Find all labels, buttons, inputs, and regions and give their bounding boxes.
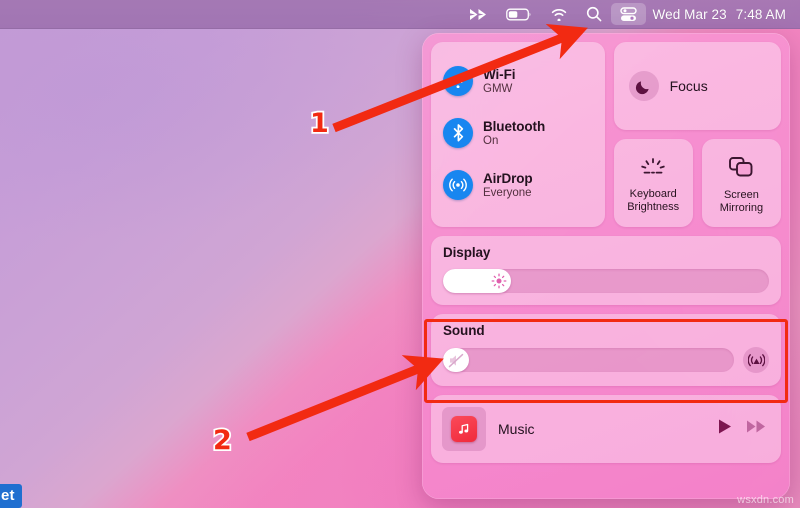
focus-label: Focus bbox=[669, 78, 708, 94]
keyboard-brightness-icon bbox=[639, 157, 667, 182]
app-chevrons-icon[interactable] bbox=[460, 3, 497, 25]
speaker-mute-icon bbox=[448, 353, 465, 368]
airdrop-subtitle: Everyone bbox=[483, 186, 532, 199]
corner-badge[interactable]: et bbox=[0, 484, 22, 508]
menu-bar-clock[interactable]: Wed Mar 23 7:48 AM bbox=[646, 7, 788, 22]
focus-tile[interactable]: Focus bbox=[613, 42, 781, 130]
watermark: wsxdn.com bbox=[737, 494, 794, 506]
sound-slider[interactable] bbox=[443, 348, 734, 372]
top-right-column: Focus Keyboard Brightness Screen Mirrori… bbox=[613, 42, 782, 227]
bluetooth-icon bbox=[443, 118, 473, 148]
keyboard-brightness-label: Keyboard Brightness bbox=[627, 187, 680, 213]
bluetooth-subtitle: On bbox=[483, 134, 499, 147]
music-note-glyph bbox=[451, 416, 477, 442]
control-center-icon[interactable] bbox=[611, 3, 647, 25]
play-button[interactable] bbox=[717, 418, 733, 440]
spotlight-search-icon[interactable] bbox=[577, 3, 611, 25]
music-card[interactable]: Music bbox=[431, 395, 781, 463]
wifi-toggle-row[interactable]: Wi-Fi GMW bbox=[443, 55, 605, 107]
display-slider-wrap bbox=[443, 269, 769, 293]
airplay-audio-icon[interactable] bbox=[743, 347, 769, 373]
connectivity-card: Wi-Fi GMW Bluetooth On AirDrop Everyone bbox=[431, 42, 605, 227]
wifi-icon bbox=[443, 66, 473, 96]
keyboard-brightness-tile[interactable]: Keyboard Brightness bbox=[613, 139, 693, 227]
battery-icon[interactable] bbox=[497, 3, 541, 25]
display-card: Display bbox=[431, 236, 781, 305]
bluetooth-title: Bluetooth bbox=[483, 118, 546, 134]
airdrop-icon bbox=[443, 170, 473, 200]
wifi-subtitle: GMW bbox=[483, 82, 513, 95]
wifi-title: Wi-Fi bbox=[483, 66, 516, 82]
display-slider-fill bbox=[443, 269, 512, 293]
control-center-panel: Wi-Fi GMW Bluetooth On AirDrop Everyone … bbox=[422, 33, 790, 499]
display-title: Display bbox=[443, 245, 491, 260]
moon-icon bbox=[628, 71, 659, 101]
sound-title: Sound bbox=[443, 323, 485, 338]
music-label: Music bbox=[498, 421, 535, 437]
music-controls bbox=[717, 418, 767, 440]
display-slider[interactable] bbox=[443, 269, 769, 293]
sound-slider-fill bbox=[443, 348, 469, 372]
sound-card: Sound bbox=[431, 314, 781, 386]
screen-mirroring-tile[interactable]: Screen Mirroring bbox=[701, 139, 782, 227]
screen-mirroring-icon bbox=[728, 156, 754, 183]
fast-forward-button[interactable] bbox=[746, 419, 767, 439]
macos-menu-bar: Wed Mar 23 7:48 AM bbox=[0, 0, 800, 29]
utility-tile-row: Keyboard Brightness Screen Mirroring bbox=[613, 139, 782, 227]
music-app-icon bbox=[442, 407, 486, 451]
brightness-sun-icon bbox=[491, 273, 507, 289]
menu-bar-time: 7:48 AM bbox=[735, 6, 786, 22]
wifi-menu-icon[interactable] bbox=[541, 3, 577, 25]
control-center-top-row: Wi-Fi GMW Bluetooth On AirDrop Everyone … bbox=[431, 42, 782, 227]
screen-mirroring-label: Screen Mirroring bbox=[719, 188, 764, 214]
airdrop-title: AirDrop bbox=[483, 170, 533, 186]
sound-slider-wrap bbox=[443, 347, 769, 373]
airdrop-toggle-row[interactable]: AirDrop Everyone bbox=[443, 159, 605, 211]
bluetooth-toggle-row[interactable]: Bluetooth On bbox=[443, 107, 605, 159]
menu-bar-date: Wed Mar 23 bbox=[652, 6, 727, 22]
